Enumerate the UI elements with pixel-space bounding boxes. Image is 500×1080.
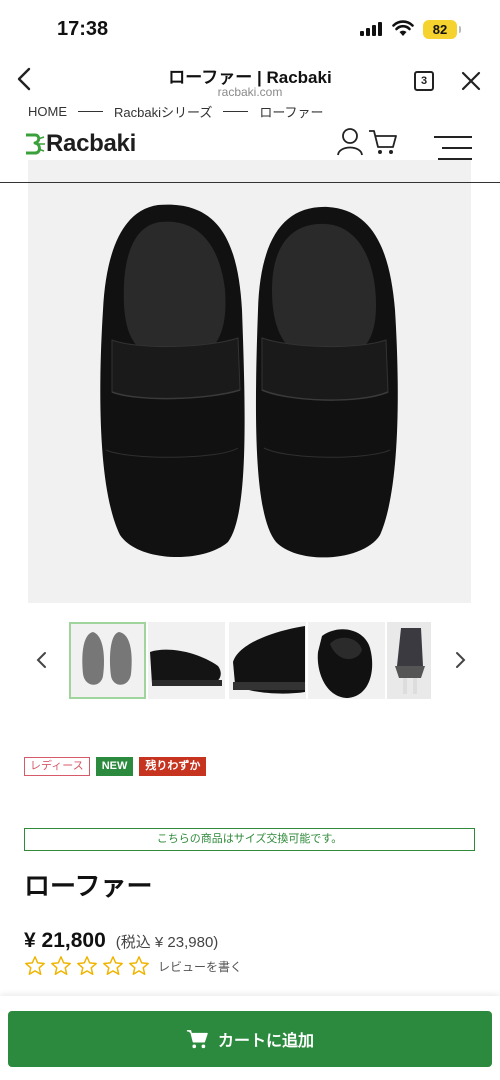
size-exchange-notice: こちらの商品はサイズ交換可能です。 <box>24 828 475 851</box>
tag-low-stock: 残りわずか <box>139 757 207 776</box>
write-review-link[interactable]: レビューを書く <box>158 958 242 975</box>
thumbnail-image <box>387 622 431 699</box>
battery-indicator: 82 <box>423 20 461 39</box>
price-row: ¥ 21,800 (税込 ¥ 23,980) <box>24 929 218 953</box>
tag-ladies: レディース <box>24 757 90 776</box>
thumbnail-4[interactable] <box>308 622 385 699</box>
status-time: 17:38 <box>57 18 109 40</box>
breadcrumb-separator <box>223 110 249 112</box>
thumbnail-next-arrow-icon[interactable] <box>450 648 470 672</box>
thumbnail-3[interactable] <box>229 622 306 699</box>
star-empty-icon[interactable] <box>24 955 46 977</box>
thumbnail-5[interactable] <box>387 622 431 699</box>
star-empty-icon[interactable] <box>50 955 72 977</box>
add-to-cart-label: カートに追加 <box>217 1033 314 1050</box>
header-divider <box>0 182 500 183</box>
product-tags: レディース NEW 残りわずか <box>24 757 207 776</box>
close-icon[interactable] <box>459 69 483 93</box>
user-account-icon[interactable] <box>336 126 364 156</box>
breadcrumb-separator <box>78 110 103 112</box>
star-empty-icon[interactable] <box>76 955 98 977</box>
browser-bar: ローファー | Racbaki racbaki.com 3 <box>0 54 500 104</box>
thumbnail-prev-arrow-icon[interactable] <box>32 648 52 672</box>
cart-icon <box>186 1030 208 1049</box>
status-bar: 17:38 82 <box>0 0 500 54</box>
wifi-icon <box>392 20 414 36</box>
breadcrumb: HOME Racbakiシリーズ ローファー <box>28 102 324 120</box>
tag-new: NEW <box>95 757 134 776</box>
tabs-count-button[interactable]: 3 <box>414 71 434 91</box>
breadcrumb-current: ローファー <box>259 104 324 120</box>
product-name: ローファー <box>24 871 153 901</box>
thumbnail-2[interactable] <box>148 622 225 699</box>
thumbnail-image <box>71 624 144 697</box>
thumbnail-image <box>308 622 385 699</box>
logo-mark-icon <box>26 133 45 155</box>
thumbnail-1[interactable] <box>69 622 146 699</box>
product-price: ¥ 21,800 <box>24 929 106 952</box>
breadcrumb-home[interactable]: HOME <box>28 104 67 119</box>
loafer-pair-image <box>28 160 471 603</box>
thumbnail-image <box>148 622 225 699</box>
breadcrumb-series[interactable]: Racbakiシリーズ <box>114 102 212 121</box>
logo-text: Racbaki <box>46 130 136 157</box>
rating-row: レビューを書く <box>24 955 242 977</box>
racbaki-logo[interactable]: Racbaki <box>24 130 136 158</box>
product-main-image[interactable] <box>28 160 471 603</box>
star-empty-icon[interactable] <box>128 955 150 977</box>
add-to-cart-button[interactable]: カートに追加 <box>8 1011 492 1067</box>
product-price-tax-included: (税込 ¥ 23,980) <box>115 934 219 951</box>
signal-icon <box>360 22 384 36</box>
thumbnail-image <box>229 622 306 699</box>
cart-icon[interactable] <box>368 128 398 156</box>
star-empty-icon[interactable] <box>102 955 124 977</box>
hamburger-menu-icon[interactable] <box>434 134 472 162</box>
site-header: Racbaki <box>0 120 500 182</box>
